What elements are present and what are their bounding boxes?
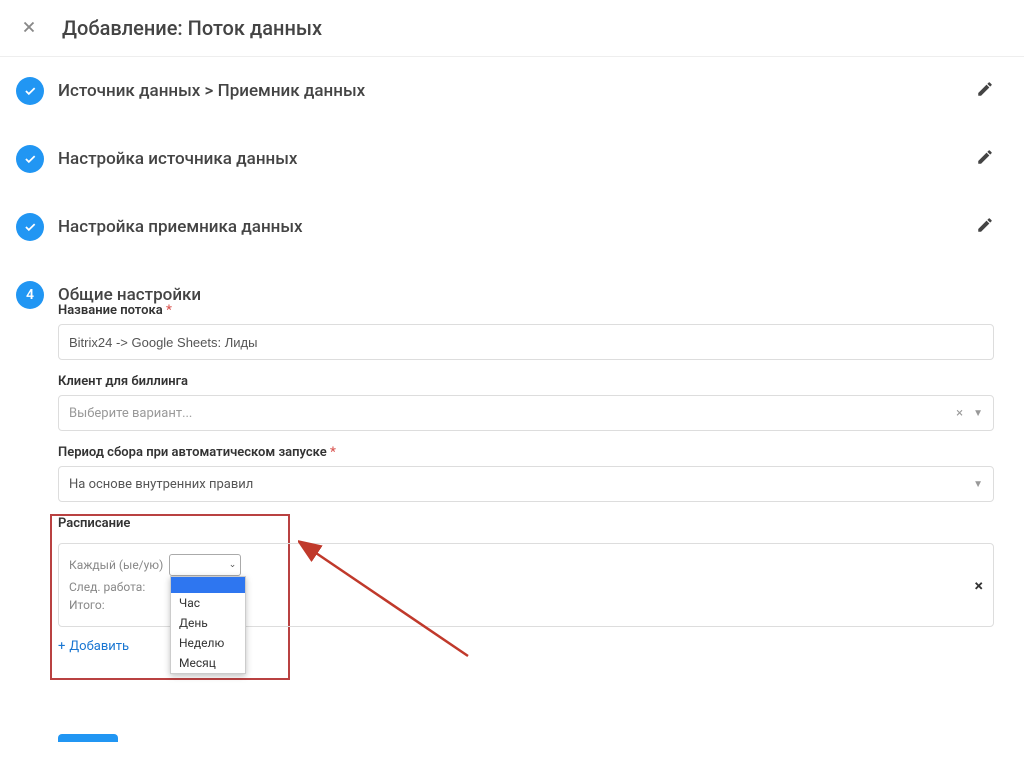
step-3-title: Настройка приемника данных	[58, 217, 303, 237]
dropdown-option-day[interactable]: День	[171, 613, 245, 633]
period-select[interactable]: На основе внутренних правил ▼	[58, 466, 994, 502]
dropdown-option-month[interactable]: Месяц	[171, 653, 245, 673]
plus-icon: +	[58, 639, 65, 654]
client-select[interactable]: Выберите вариант... × ▼	[58, 395, 994, 431]
step-2-title: Настройка источника данных	[58, 149, 297, 169]
client-placeholder: Выберите вариант...	[69, 406, 192, 421]
clear-client-icon[interactable]: ×	[956, 406, 963, 421]
dropdown-option-hour[interactable]: Час	[171, 593, 245, 613]
stream-name-input[interactable]	[58, 324, 994, 360]
step-4-marker: 4	[16, 281, 44, 309]
dropdown-option-week[interactable]: Неделю	[171, 633, 245, 653]
edit-step-1-icon[interactable]	[976, 80, 994, 102]
step-1-title: Источник данных > Приемник данных	[58, 81, 365, 101]
schedule-title: Расписание	[58, 516, 994, 531]
edit-step-3-icon[interactable]	[976, 216, 994, 238]
remove-schedule-icon[interactable]: ×	[975, 576, 994, 595]
frequency-dropdown: Час День Неделю Месяц	[170, 576, 246, 674]
step-3-marker	[16, 213, 44, 241]
step-1-marker	[16, 77, 44, 105]
period-label: Период сбора при автоматическом запуске …	[58, 445, 994, 460]
add-label: Добавить	[69, 639, 129, 654]
total-label: Итого:	[69, 598, 105, 612]
chevron-down-icon: ▼	[973, 408, 983, 419]
chevron-down-icon: ▼	[973, 479, 983, 490]
step-2-marker	[16, 145, 44, 173]
add-schedule-button[interactable]: + Добавить	[58, 639, 129, 654]
chevron-down-icon: ⌄	[229, 560, 237, 570]
edit-step-2-icon[interactable]	[976, 148, 994, 170]
step-4-number: 4	[26, 287, 34, 303]
stream-name-field[interactable]	[69, 335, 983, 350]
every-label: Каждый (ые/ую)	[69, 558, 163, 572]
next-run-label: След. работа:	[69, 580, 145, 594]
frequency-select[interactable]: ⌄	[169, 554, 241, 576]
dropdown-option-blank[interactable]	[171, 577, 245, 593]
client-label: Клиент для биллинга	[58, 374, 994, 389]
page-title: Добавление: Поток данных	[62, 16, 322, 40]
submit-button[interactable]	[58, 734, 118, 742]
close-icon[interactable]	[20, 18, 38, 39]
step-4-title: Общие настройки	[58, 285, 201, 305]
period-value: На основе внутренних правил	[69, 477, 253, 492]
